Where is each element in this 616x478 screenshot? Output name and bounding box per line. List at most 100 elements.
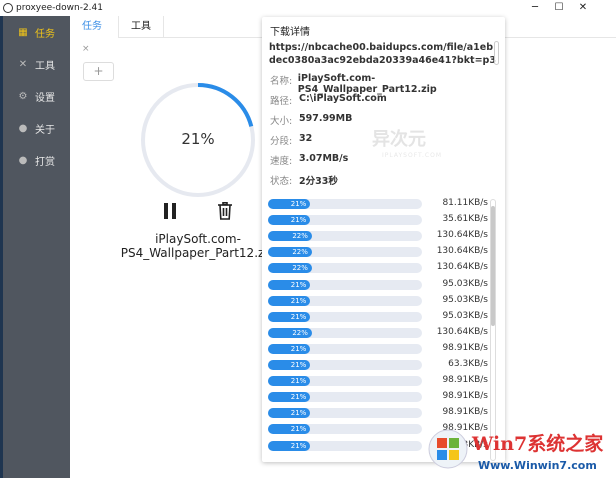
download-details-panel: 下载详情 https://nbcache00.baidupcs.com/file…	[262, 17, 505, 462]
segment-progress-fill: 21%	[268, 279, 311, 290]
tools-icon: ✕	[18, 58, 28, 70]
segment-row: 22% 130.64KB/s	[268, 262, 488, 274]
sidebar-item-settings[interactable]: ⚙ 设置	[3, 80, 70, 112]
segment-speed: 130.64KB/s	[436, 230, 488, 241]
segment-progress-fill: 21%	[268, 408, 311, 419]
window-title: proxyee-down-2.41	[16, 3, 103, 13]
watermark-url: Www.Winwin7.com	[478, 459, 597, 472]
segment-row: 21% 98.91KB/s	[268, 407, 488, 419]
title-bar: proxyee-down-2.41 ─ ☐ ✕	[0, 0, 616, 16]
watermark: 异次元	[372, 129, 426, 150]
add-task-button[interactable]: +	[83, 62, 114, 81]
segment-speed: 130.64KB/s	[436, 246, 488, 257]
sidebar-item-tools[interactable]: ✕ 工具	[3, 48, 70, 80]
segment-progress-bar: 21%	[268, 311, 422, 322]
tab-tasks[interactable]: 任务 ×	[70, 16, 119, 54]
segment-progress-fill: 21%	[268, 295, 311, 306]
segment-row: 21% 95.03KB/s	[268, 295, 488, 307]
close-button[interactable]: ✕	[572, 0, 594, 15]
url-field[interactable]: https://nbcache00.baidupcs.com/file/a1eb…	[269, 41, 498, 67]
segment-row: 21% 81.11KB/s	[268, 198, 488, 210]
segment-progress-bar: 21%	[268, 360, 422, 370]
pause-button[interactable]	[162, 203, 178, 219]
segment-progress-bar: 22%	[268, 327, 422, 338]
segment-progress-bar: 21%	[268, 440, 422, 451]
sidebar-item-label: 任务	[35, 28, 55, 40]
segments-scrollbar[interactable]	[490, 199, 496, 461]
field-label: 状态:	[270, 176, 293, 187]
sidebar-item-label: 工具	[35, 60, 55, 72]
field-label: 名称:	[270, 76, 293, 87]
field-value: 32	[299, 133, 313, 144]
progress-percent: 21%	[181, 130, 215, 148]
segment-progress-fill: 22%	[268, 231, 312, 242]
field-value: 597.99MB	[299, 113, 353, 124]
sidebar-item-label: 关于	[35, 124, 55, 136]
segment-speed: 95.03KB/s	[442, 310, 488, 321]
segment-progress-fill: 21%	[268, 392, 311, 403]
segment-progress-fill: 21%	[268, 360, 311, 370]
field-value: C:\iPlaySoft.com	[299, 93, 387, 104]
sidebar-item-tasks[interactable]: ▦ 任务	[3, 16, 70, 48]
segment-progress-bar: 21%	[268, 408, 422, 419]
segment-speed: 130.64KB/s	[436, 326, 488, 337]
field-value: 2分33秒	[299, 176, 338, 187]
detail-field: 状态: 2分33秒	[270, 173, 338, 187]
segment-progress-fill: 21%	[268, 343, 311, 354]
segment-speed: 98.91KB/s	[442, 375, 488, 386]
segment-progress-fill: 22%	[268, 247, 312, 258]
watermark-title: Win7系统之家	[472, 433, 604, 455]
segment-row: 21% 95.03KB/s	[268, 311, 488, 323]
segment-progress-bar: 21%	[268, 424, 422, 435]
sidebar: ▦ 任务 ✕ 工具 ⚙ 设置 ● 关于 ● 打赏	[0, 16, 70, 478]
segment-speed: 98.91KB/s	[442, 407, 488, 418]
segment-speed: 81.11KB/s	[442, 198, 488, 208]
field-label: 分段:	[270, 136, 293, 147]
segment-progress-bar: 21%	[268, 392, 422, 403]
segment-progress-fill: 21%	[268, 376, 311, 387]
segment-progress-bar: 21%	[268, 215, 422, 226]
segment-progress-fill: 21%	[268, 440, 311, 451]
field-label: 大小:	[270, 116, 293, 127]
segment-progress-fill: 22%	[268, 263, 312, 274]
grid-icon: ▦	[18, 26, 28, 38]
segment-row: 22% 130.64KB/s	[268, 327, 488, 339]
task-filename: iPlaySoft.com- PS4_Wallpaper_Part12.zip	[118, 232, 278, 260]
trash-icon	[218, 202, 232, 220]
segment-row: 21% 98.91KB/s	[268, 375, 488, 387]
detail-field: 名称: iPlaySoft.com-PS4_Wallpaper_Part12.zi…	[270, 73, 505, 95]
segment-row: 21% 63.3KB/s	[268, 359, 488, 371]
sidebar-item-label: 设置	[35, 92, 55, 104]
detail-field: 速度: 3.07MB/s	[270, 153, 348, 167]
tab-close-icon[interactable]: ×	[82, 44, 90, 54]
segment-progress-fill: 21%	[268, 199, 311, 209]
minimize-button[interactable]: ─	[524, 0, 546, 15]
segment-progress-bar: 21%	[268, 199, 422, 209]
segment-progress-bar: 22%	[268, 263, 422, 274]
detail-field: 路径: C:\iPlaySoft.com	[270, 93, 387, 107]
segment-progress-fill: 21%	[268, 424, 311, 435]
delete-button[interactable]	[217, 202, 233, 220]
segment-row: 22% 130.64KB/s	[268, 246, 488, 258]
maximize-button[interactable]: ☐	[548, 0, 570, 15]
reward-icon: ●	[18, 154, 28, 166]
windows-logo-icon	[428, 429, 468, 469]
segment-progress-bar: 22%	[268, 247, 422, 258]
panel-title: 下载详情	[270, 27, 310, 38]
segment-speed: 95.03KB/s	[442, 294, 488, 305]
segment-speed: 95.03KB/s	[442, 278, 488, 289]
field-value: iPlaySoft.com-PS4_Wallpaper_Part12.zip	[297, 73, 437, 95]
segment-row: 21% 35.61KB/s	[268, 214, 488, 226]
segment-progress-bar: 21%	[268, 279, 422, 290]
segment-row: 21% 95.03KB/s	[268, 279, 488, 291]
scrollbar-thumb[interactable]	[491, 206, 495, 326]
sidebar-item-about[interactable]: ● 关于	[3, 112, 70, 144]
detail-field: 大小: 597.99MB	[270, 113, 352, 127]
sidebar-item-reward[interactable]: ● 打赏	[3, 144, 70, 176]
gear-icon: ⚙	[18, 90, 28, 102]
tab-tools[interactable]: 工具	[119, 16, 164, 38]
url-scrollbar[interactable]	[494, 41, 499, 65]
tab-label: 工具	[131, 21, 151, 32]
segment-progress-bar: 21%	[268, 343, 422, 354]
segment-progress-bar: 22%	[268, 231, 422, 242]
